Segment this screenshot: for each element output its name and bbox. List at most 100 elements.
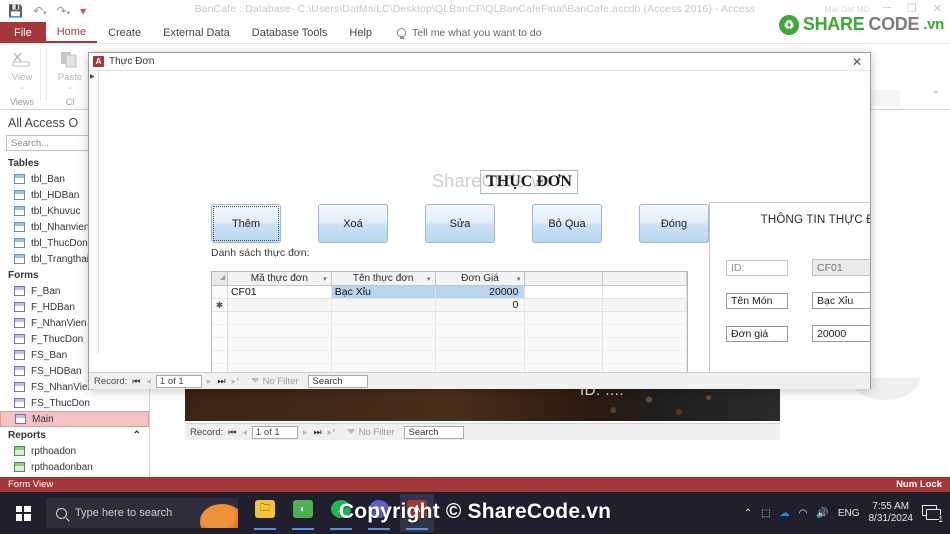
record-selector-bar[interactable]	[89, 71, 99, 353]
record-position-input[interactable]: 1 of 1	[251, 425, 298, 439]
cell-don-gia[interactable]: 20000	[435, 286, 526, 298]
undo-icon[interactable]: ↶▾	[33, 5, 47, 17]
ribbon-group-views[interactable]: View ⌄ Views	[4, 44, 40, 108]
customize-quick-access-icon[interactable]: ▾	[80, 5, 86, 17]
nav-item-label: tbl_ThucDon	[31, 237, 88, 249]
chevron-down-icon[interactable]: ▾	[427, 275, 431, 283]
form-record-nav: Record: ⏮ ◂ 1 of 1 ▸ ⏭ ▸* No Filter Sear…	[89, 372, 870, 389]
chevron-down-icon[interactable]: ▾	[323, 275, 327, 283]
column-header-ten-thuc-don[interactable]: Tên thực đơn ▾	[331, 272, 436, 285]
nav-item-label: tbl_HDBan	[31, 189, 80, 201]
nav-item-label: FS_NhanVien	[31, 381, 94, 393]
cell-don-gia[interactable]: 0	[435, 299, 526, 311]
nav-group-reports-label: Reports	[8, 430, 46, 441]
table-row-new[interactable]: ✱ 0	[212, 299, 688, 312]
filter-icon	[346, 428, 356, 437]
redo-icon[interactable]: ↷▾	[57, 5, 71, 17]
tab-create[interactable]: Create	[97, 22, 152, 43]
table-icon	[14, 254, 25, 264]
form-icon	[14, 302, 25, 312]
first-record-icon[interactable]: ⏮	[131, 376, 141, 387]
coffee-banner-image	[185, 385, 780, 421]
prev-record-icon[interactable]: ◂	[241, 427, 248, 438]
table-icon	[14, 174, 25, 184]
field-row-id: ID: CF01	[726, 259, 870, 276]
column-header-blank-1	[525, 272, 604, 285]
chevron-down-icon[interactable]: ▾	[517, 275, 521, 283]
view-mode-label: Form View	[8, 479, 54, 490]
new-record-icon[interactable]: ▸*	[327, 427, 337, 438]
sua-button[interactable]: Sửa	[425, 204, 495, 243]
view-label: View	[11, 72, 33, 83]
view-caret-icon[interactable]: ⌄	[19, 83, 25, 91]
status-bar: Form View Num Lock	[0, 477, 950, 492]
save-icon[interactable]: 💾	[8, 5, 23, 17]
nav-item-rpthoadon[interactable]: rpthoadon	[0, 443, 149, 459]
next-record-icon[interactable]: ▸	[206, 376, 213, 387]
dong-button[interactable]: Đóng	[639, 204, 709, 243]
them-button[interactable]: Thêm	[211, 204, 281, 243]
nav-item-rpthoadonban[interactable]: rpthoadonban	[0, 459, 149, 475]
cell-ma-thuc-don[interactable]	[227, 299, 332, 311]
report-icon	[14, 446, 25, 456]
chevron-up-icon[interactable]: ⌃	[133, 430, 141, 441]
nav-item-label: F_Ban	[31, 285, 61, 297]
paste-label: Paste	[57, 72, 83, 83]
dialog-close-icon[interactable]: ✕	[848, 55, 866, 69]
cell-blank-2	[603, 299, 688, 311]
filter-toggle[interactable]: No Filter	[346, 427, 394, 438]
paste-caret-icon[interactable]: ⌄	[67, 83, 73, 91]
tab-external-data[interactable]: External Data	[152, 22, 241, 43]
column-header-don-gia[interactable]: Đơn Giá ▾	[435, 272, 526, 285]
table-row[interactable]: CF01 Bạc Xỉu 20000	[212, 286, 688, 299]
new-record-icon[interactable]: ▸*	[231, 376, 241, 387]
xoa-button[interactable]: Xoá	[318, 204, 388, 243]
cell-ten-thuc-don[interactable]: Bạc Xỉu	[331, 286, 436, 298]
form-icon	[14, 286, 25, 296]
filter-toggle[interactable]: No Filter	[250, 375, 299, 387]
dialog-title: Thực Đơn	[109, 56, 155, 67]
tab-file[interactable]: File	[0, 22, 46, 43]
nav-item-main[interactable]: Main	[0, 411, 149, 427]
tab-database-tools[interactable]: Database Tools	[241, 22, 339, 43]
table-icon	[14, 222, 25, 232]
record-search-input[interactable]: Search	[404, 425, 465, 439]
tell-me-box[interactable]: Tell me what you want to do	[383, 22, 542, 43]
prev-record-icon[interactable]: ◂	[145, 376, 152, 387]
column-header-ma-thuc-don[interactable]: Mã thực đơn ▾	[227, 272, 332, 285]
nav-item-fs-thucdon[interactable]: FS_ThucDon	[0, 395, 149, 411]
tab-help[interactable]: Help	[338, 22, 383, 43]
nav-group-reports[interactable]: Reports ⌃	[0, 427, 149, 443]
row-selector[interactable]	[212, 286, 228, 298]
last-record-icon[interactable]: ⏭	[312, 427, 322, 438]
new-row-asterisk-icon[interactable]: ✱	[212, 299, 228, 311]
first-record-icon[interactable]: ⏮	[227, 427, 237, 438]
record-position-input[interactable]: 1 of 1	[155, 374, 202, 388]
views-group-name: Views	[10, 97, 34, 107]
bo-qua-button[interactable]: Bỏ Qua	[532, 204, 602, 243]
record-search-input[interactable]: Search	[308, 374, 369, 388]
nav-item-label: FS_Ban	[31, 349, 68, 361]
nav-item-label: tbl_Nhanvien	[31, 221, 90, 233]
clipboard-group-name: Cl	[65, 97, 75, 107]
field-row-ten-mon: Tên Món Bạc Xỉu	[726, 292, 870, 309]
nav-group-forms-label: Forms	[8, 270, 39, 281]
list-label: Danh sách thực đơn:	[211, 247, 310, 259]
cell-ma-thuc-don[interactable]: CF01	[228, 286, 332, 298]
cell-ten-thuc-don[interactable]	[331, 299, 436, 311]
collapse-ribbon-icon[interactable]: ⌃	[932, 90, 940, 101]
next-record-icon[interactable]: ▸	[302, 427, 309, 438]
don-gia-field[interactable]: 20000	[812, 325, 870, 342]
last-record-icon[interactable]: ⏭	[216, 376, 226, 387]
num-lock-indicator: Num Lock	[896, 479, 942, 490]
don-gia-label: Đơn giá	[726, 325, 788, 342]
id-field[interactable]: CF01	[812, 259, 870, 276]
ten-mon-field[interactable]: Bạc Xỉu	[812, 292, 870, 309]
filter-label: No Filter	[262, 375, 299, 387]
tab-home[interactable]: Home	[45, 22, 98, 43]
select-all-corner[interactable]	[212, 272, 228, 285]
empty-row	[212, 351, 688, 364]
ribbon-group-clipboard[interactable]: Paste ⌄ Cl	[50, 44, 90, 108]
lightbulb-icon	[397, 28, 407, 39]
table-icon	[14, 190, 25, 200]
